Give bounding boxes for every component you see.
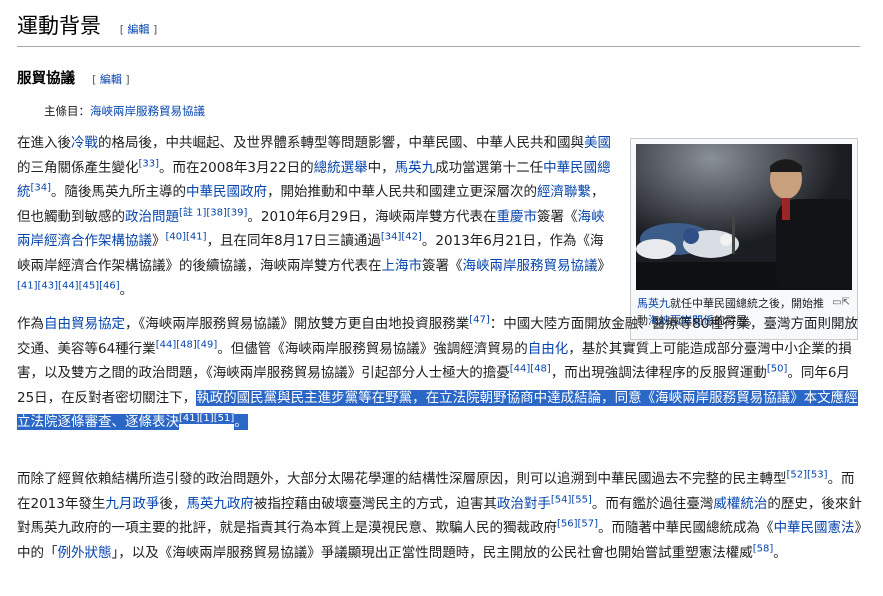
text-run: 在進入後 bbox=[17, 135, 71, 151]
text-run: ，《海峽兩岸服務貿易協議》開放雙方更自由地投資服務業 bbox=[125, 316, 470, 332]
magnify-clip-icon[interactable]: ▭⇱ bbox=[832, 297, 850, 308]
wiki-link[interactable]: 重慶市 bbox=[497, 209, 538, 225]
wiki-link[interactable]: 自由貿易協定 bbox=[44, 316, 125, 332]
wiki-link[interactable]: 自由化 bbox=[528, 341, 569, 357]
text-run: 。2010年6月29日，海峽兩岸雙方代表在 bbox=[247, 208, 497, 225]
hatnote-link[interactable]: 海峽兩岸服務貿易協議 bbox=[90, 104, 205, 118]
text-run: 作為 bbox=[17, 316, 44, 332]
citation-ref[interactable]: [34] bbox=[31, 183, 52, 194]
wiki-link[interactable]: 經濟聯繫 bbox=[537, 184, 591, 200]
text-run: 的格局後，中共崛起、及世界體系轉型等問題影響，中華民國、中華人民共和國與 bbox=[98, 135, 584, 151]
wiki-link[interactable]: 威權統治 bbox=[713, 496, 767, 512]
citation-ref[interactable]: [58] bbox=[753, 543, 774, 554]
citation-ref[interactable]: [40][41] bbox=[166, 232, 207, 243]
text-run: ，且在同年8月17日三讀通過 bbox=[206, 233, 381, 249]
wiki-link[interactable]: 例外狀態 bbox=[58, 545, 112, 561]
wiki-link[interactable]: 馬英九 bbox=[637, 297, 670, 310]
text-run: 》 bbox=[597, 257, 612, 274]
citation-ref[interactable]: [註 1][38][39] bbox=[179, 207, 247, 218]
citation-ref[interactable]: [47] bbox=[469, 315, 490, 326]
wiki-link[interactable]: 中華民國政府 bbox=[186, 184, 267, 200]
text-run: 。而在2008年3月22日的 bbox=[159, 159, 314, 176]
text-run: 」，以及《海峽兩岸服務貿易協議》爭議顯現出正當性問題時，民主開放的公民社會也開始… bbox=[111, 544, 753, 561]
text-run: 中， bbox=[367, 159, 395, 176]
article-page: 運動背景 [ 編輯 ] 服貿協議 [ 編輯 ] 主條目：海峽兩岸服務貿易協議 馬… bbox=[0, 0, 883, 596]
citation-ref[interactable]: [34][42] bbox=[381, 232, 422, 243]
wiki-link[interactable]: 九月政爭 bbox=[105, 496, 159, 512]
citation-ref[interactable]: [50] bbox=[767, 364, 788, 375]
wiki-link[interactable]: 政治問題 bbox=[125, 209, 179, 225]
wiki-link[interactable]: 中華民國憲法 bbox=[774, 520, 855, 536]
wiki-link[interactable]: 政治對手 bbox=[497, 496, 551, 512]
citation-ref[interactable]: [52][53] bbox=[787, 470, 828, 481]
wiki-link[interactable]: 海峽兩岸服務貿易協議 bbox=[463, 258, 598, 274]
subsection-edit: [ 編輯 ] bbox=[92, 73, 130, 86]
wiki-link[interactable]: 馬英九 bbox=[395, 160, 436, 176]
text-run: 後， bbox=[159, 495, 187, 512]
citation-ref[interactable]: [33] bbox=[139, 158, 160, 169]
section-heading: 運動背景 [ 編輯 ] bbox=[17, 10, 860, 47]
text-run: 的三角關係產生變化 bbox=[17, 159, 139, 176]
wiki-link[interactable]: 總統選舉 bbox=[314, 160, 368, 176]
section-edit: [ 編輯 ] bbox=[119, 23, 158, 36]
wiki-link[interactable]: 冷戰 bbox=[71, 135, 98, 151]
text-run: 而除了經貿依賴結構所造引發的政治問題外，大部分太陽花學運的結構性深層原因，則可以… bbox=[17, 471, 787, 487]
text-run: ，而出現強調法律程序的反服貿運動 bbox=[550, 365, 767, 381]
text-run: 被指控藉由破壞臺灣民主的方式，迫害其 bbox=[253, 495, 497, 512]
wiki-link[interactable]: 上海市 bbox=[382, 258, 423, 274]
paragraph-1: 在進入後冷戰的格局後，中共崛起、及世界體系轉型等問題影響，中華民國、中華人民共和… bbox=[17, 131, 617, 303]
text-run: 。但儘管《海峽兩岸服務貿易協議》強調經濟貿易的 bbox=[217, 340, 528, 357]
citation-ref[interactable]: [41][43][44][45][46] bbox=[17, 281, 120, 292]
wiki-link[interactable]: 馬英九政府 bbox=[186, 496, 254, 512]
text-run: 。而有鑑於過往臺灣 bbox=[591, 495, 714, 512]
citation-ref[interactable]: [44][48] bbox=[510, 364, 551, 375]
citation-ref[interactable]: [56][57] bbox=[557, 519, 598, 530]
text-run: 成功當選第十二任 bbox=[435, 159, 544, 176]
subsection-heading: 服貿協議 [ 編輯 ] bbox=[17, 67, 130, 88]
text-run: 。 bbox=[234, 414, 248, 430]
paragraph-3: 而除了經貿依賴結構所造引發的政治問題外，大部分太陽花學運的結構性深層原因，則可以… bbox=[17, 467, 862, 565]
main-article-hatnote: 主條目：海峽兩岸服務貿易協議 bbox=[44, 103, 205, 119]
citation-ref[interactable]: [54][55] bbox=[551, 494, 592, 505]
text-run: 。而隨著中華民國總統成為《 bbox=[598, 520, 774, 536]
section-edit-link[interactable]: 編輯 bbox=[127, 23, 149, 36]
text-run: 。 bbox=[773, 544, 787, 561]
section-title: 運動背景 bbox=[17, 14, 101, 38]
wiki-link[interactable]: 美國 bbox=[584, 135, 611, 151]
figure-image[interactable] bbox=[636, 144, 852, 290]
text-run: ，開始推動和中華人民共和國建立更深層次的 bbox=[267, 184, 538, 200]
citation-ref[interactable]: [44][48][49] bbox=[156, 339, 218, 350]
subsection-title: 服貿協議 bbox=[17, 71, 75, 87]
text-run: 》 bbox=[152, 233, 166, 249]
text-run: 簽署《 bbox=[537, 208, 578, 225]
hatnote-prefix: 主條目： bbox=[44, 104, 90, 118]
text-run: 。 bbox=[119, 282, 134, 298]
figure-thumbnail: 馬英九就任中華民國總統之後，開始推動海峽兩岸關係的發展。 ▭⇱ bbox=[630, 138, 858, 340]
text-run: 簽署《 bbox=[422, 257, 463, 274]
citation-ref[interactable]: [41][1][51] bbox=[179, 412, 235, 424]
subsection-edit-link[interactable]: 編輯 bbox=[100, 73, 122, 86]
paragraph-2: 作為自由貿易協定，《海峽兩岸服務貿易協議》開放雙方更自由地投資服務業[47]：中… bbox=[17, 312, 862, 435]
text-run: 。隨後馬英九所主導的 bbox=[51, 184, 187, 200]
